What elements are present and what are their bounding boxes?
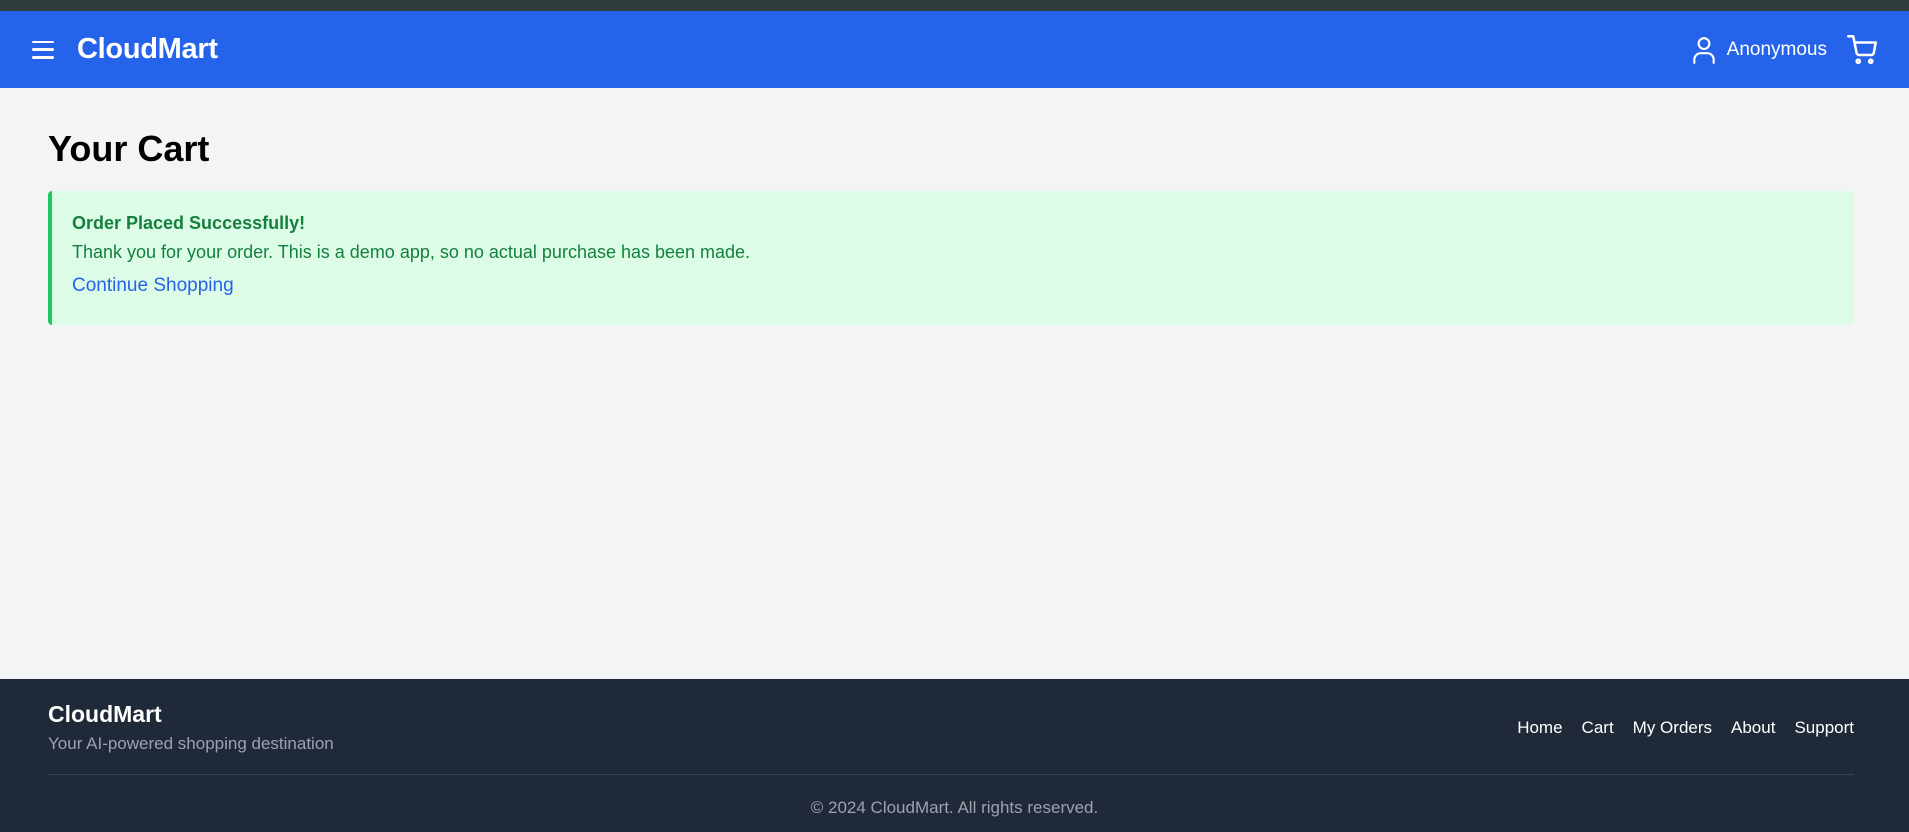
header-actions: Anonymous bbox=[1691, 34, 1877, 65]
browser-top-strip bbox=[0, 0, 1909, 11]
user-account-button[interactable]: Anonymous bbox=[1691, 36, 1827, 64]
footer-divider bbox=[48, 774, 1854, 775]
brand-logo[interactable]: CloudMart bbox=[77, 33, 218, 66]
page-title: Your Cart bbox=[48, 128, 210, 169]
footer-nav: Home Cart My Orders About Support bbox=[1517, 718, 1854, 738]
footer-link-home[interactable]: Home bbox=[1517, 718, 1562, 738]
footer-link-cart[interactable]: Cart bbox=[1582, 718, 1614, 738]
footer-link-about[interactable]: About bbox=[1731, 718, 1775, 738]
continue-shopping-link[interactable]: Continue Shopping bbox=[72, 275, 234, 297]
menu-icon[interactable] bbox=[32, 40, 54, 59]
alert-message: Thank you for your order. This is a demo… bbox=[72, 242, 751, 262]
cart-icon[interactable] bbox=[1847, 34, 1877, 65]
main-content: Your Cart Order Placed Successfully! Tha… bbox=[48, 88, 1854, 325]
footer-copyright: © 2024 CloudMart. All rights reserved. bbox=[810, 798, 1099, 817]
user-icon bbox=[1692, 36, 1715, 64]
alert-title: Order Placed Successfully! bbox=[72, 213, 306, 233]
footer-link-support[interactable]: Support bbox=[1794, 718, 1854, 738]
user-name: Anonymous bbox=[1726, 38, 1827, 60]
order-success-alert: Order Placed Successfully! Thank you for… bbox=[48, 191, 1854, 325]
footer-tagline: Your AI-powered shopping destination bbox=[48, 734, 334, 753]
app-header: CloudMart Anonymous bbox=[0, 11, 1909, 88]
app-footer: CloudMart Your AI-powered shopping desti… bbox=[0, 679, 1909, 832]
footer-brand: CloudMart bbox=[48, 701, 162, 727]
footer-link-my-orders[interactable]: My Orders bbox=[1633, 718, 1712, 738]
